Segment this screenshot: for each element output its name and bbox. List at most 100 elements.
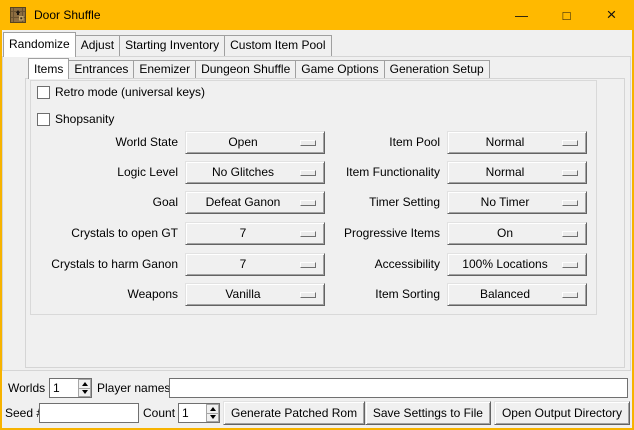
crystals-harm-ganon-label: Crystals to harm Ganon [31, 253, 178, 276]
arrow-up-icon [210, 407, 216, 411]
door-chest-icon [10, 7, 26, 23]
timer-setting-dropdown[interactable]: No Timer [447, 191, 587, 214]
dropdown-indicator-icon [300, 231, 316, 237]
tab-generation-setup[interactable]: Generation Setup [384, 60, 490, 78]
shopsanity-checkbox[interactable] [37, 113, 50, 126]
dropdown-indicator-icon [562, 140, 578, 146]
minimize-icon: — [515, 8, 528, 23]
item-sorting-dropdown[interactable]: Balanced [447, 283, 587, 306]
weapons-dropdown[interactable]: Vanilla [185, 283, 325, 306]
dropdown-value: 100% Locations [448, 254, 562, 275]
goal-label: Goal [31, 191, 178, 214]
shopsanity-label: Shopsanity [55, 112, 114, 126]
dropdown-value: Vanilla [186, 284, 300, 305]
weapons-label: Weapons [31, 283, 178, 306]
tab-dungeon-shuffle[interactable]: Dungeon Shuffle [195, 60, 296, 78]
worlds-row: Worlds Player names [2, 378, 632, 398]
items-panel: Retro mode (universal keys) Shopsanity W… [25, 78, 625, 368]
option-row: Goal Defeat Ganon Timer Setting No Timer [31, 191, 596, 215]
close-icon: × [607, 5, 617, 25]
timer-setting-label: Timer Setting [330, 191, 440, 214]
open-output-directory-button[interactable]: Open Output Directory [494, 401, 630, 425]
count-spinner [178, 403, 220, 423]
retro-mode-row: Retro mode (universal keys) [37, 85, 205, 99]
crystals-open-gt-label: Crystals to open GT [31, 222, 178, 245]
dropdown-indicator-icon [562, 200, 578, 206]
dropdown-indicator-icon [300, 170, 316, 176]
dropdown-indicator-icon [300, 292, 316, 298]
dropdown-value: 7 [186, 223, 300, 244]
randomize-sub-tab-bar: Items Entrances Enemizer Dungeon Shuffle… [28, 58, 490, 79]
tab-randomize[interactable]: Randomize [3, 32, 76, 57]
worlds-spin-buttons [78, 379, 91, 397]
player-names-input[interactable] [169, 378, 628, 398]
accessibility-dropdown[interactable]: 100% Locations [447, 253, 587, 276]
progressive-items-dropdown[interactable]: On [447, 222, 587, 245]
maximize-button[interactable]: □ [544, 0, 589, 30]
worlds-label: Worlds [8, 378, 45, 398]
world-state-dropdown[interactable]: Open [185, 131, 325, 154]
crystals-open-gt-dropdown[interactable]: 7 [185, 222, 325, 245]
save-settings-button[interactable]: Save Settings to File [365, 401, 491, 425]
app-window: Door Shuffle — □ × Randomize Adjust Star… [0, 0, 634, 430]
dropdown-indicator-icon [562, 262, 578, 268]
item-functionality-dropdown[interactable]: Normal [447, 161, 587, 184]
count-input[interactable] [179, 404, 206, 422]
items-options-frame: Retro mode (universal keys) Shopsanity W… [30, 80, 597, 315]
option-row: Crystals to harm Ganon 7 Accessibility 1… [31, 253, 596, 277]
spin-down-button[interactable] [78, 389, 91, 398]
tab-custom-item-pool[interactable]: Custom Item Pool [224, 35, 331, 56]
seed-input[interactable] [39, 403, 139, 423]
option-row: Weapons Vanilla Item Sorting Balanced [31, 283, 596, 307]
tab-adjust[interactable]: Adjust [75, 35, 120, 56]
seed-row: Seed # Count Generate Patched Rom Save S… [2, 401, 632, 425]
item-pool-dropdown[interactable]: Normal [447, 131, 587, 154]
generate-patched-rom-button[interactable]: Generate Patched Rom [223, 401, 365, 425]
dropdown-value: Balanced [448, 284, 562, 305]
dropdown-value: On [448, 223, 562, 244]
world-state-label: World State [31, 131, 178, 154]
spin-up-button[interactable] [78, 379, 91, 389]
tab-starting-inventory[interactable]: Starting Inventory [119, 35, 225, 56]
dropdown-value: Open [186, 132, 300, 153]
tab-enemizer[interactable]: Enemizer [133, 60, 196, 78]
dropdown-indicator-icon [300, 140, 316, 146]
retro-mode-label: Retro mode (universal keys) [55, 85, 205, 99]
window-body: Randomize Adjust Starting Inventory Cust… [2, 30, 632, 428]
option-row: World State Open Item Pool Normal [31, 131, 596, 155]
spin-up-button[interactable] [206, 404, 219, 414]
logic-level-dropdown[interactable]: No Glitches [185, 161, 325, 184]
dropdown-value: Normal [448, 132, 562, 153]
minimize-button[interactable]: — [499, 0, 544, 30]
titlebar: Door Shuffle — □ × [0, 0, 634, 30]
dropdown-value: Normal [448, 162, 562, 183]
window-title: Door Shuffle [34, 8, 101, 22]
option-row: Logic Level No Glitches Item Functionali… [31, 161, 596, 185]
goal-dropdown[interactable]: Defeat Ganon [185, 191, 325, 214]
retro-mode-checkbox[interactable] [37, 86, 50, 99]
dropdown-indicator-icon [562, 231, 578, 237]
arrow-down-icon [210, 415, 216, 419]
tab-game-options[interactable]: Game Options [295, 60, 384, 78]
dropdown-indicator-icon [300, 262, 316, 268]
logic-level-label: Logic Level [31, 161, 178, 184]
tab-items[interactable]: Items [28, 58, 69, 79]
item-functionality-label: Item Functionality [330, 161, 440, 184]
arrow-up-icon [82, 382, 88, 386]
tab-entrances[interactable]: Entrances [68, 60, 134, 78]
dropdown-indicator-icon [562, 292, 578, 298]
worlds-input[interactable] [50, 379, 78, 397]
bottom-right-buttons: Save Settings to File Open Output Direct… [365, 401, 630, 425]
count-label: Count [143, 401, 175, 425]
accessibility-label: Accessibility [330, 253, 440, 276]
crystals-harm-ganon-dropdown[interactable]: 7 [185, 253, 325, 276]
close-button[interactable]: × [589, 0, 634, 30]
spin-down-button[interactable] [206, 414, 219, 423]
item-pool-label: Item Pool [330, 131, 440, 154]
shopsanity-row: Shopsanity [37, 112, 114, 126]
dropdown-value: No Glitches [186, 162, 300, 183]
arrow-down-icon [82, 390, 88, 394]
player-names-label: Player names [97, 378, 170, 398]
window-controls: — □ × [499, 0, 634, 30]
item-sorting-label: Item Sorting [330, 283, 440, 306]
